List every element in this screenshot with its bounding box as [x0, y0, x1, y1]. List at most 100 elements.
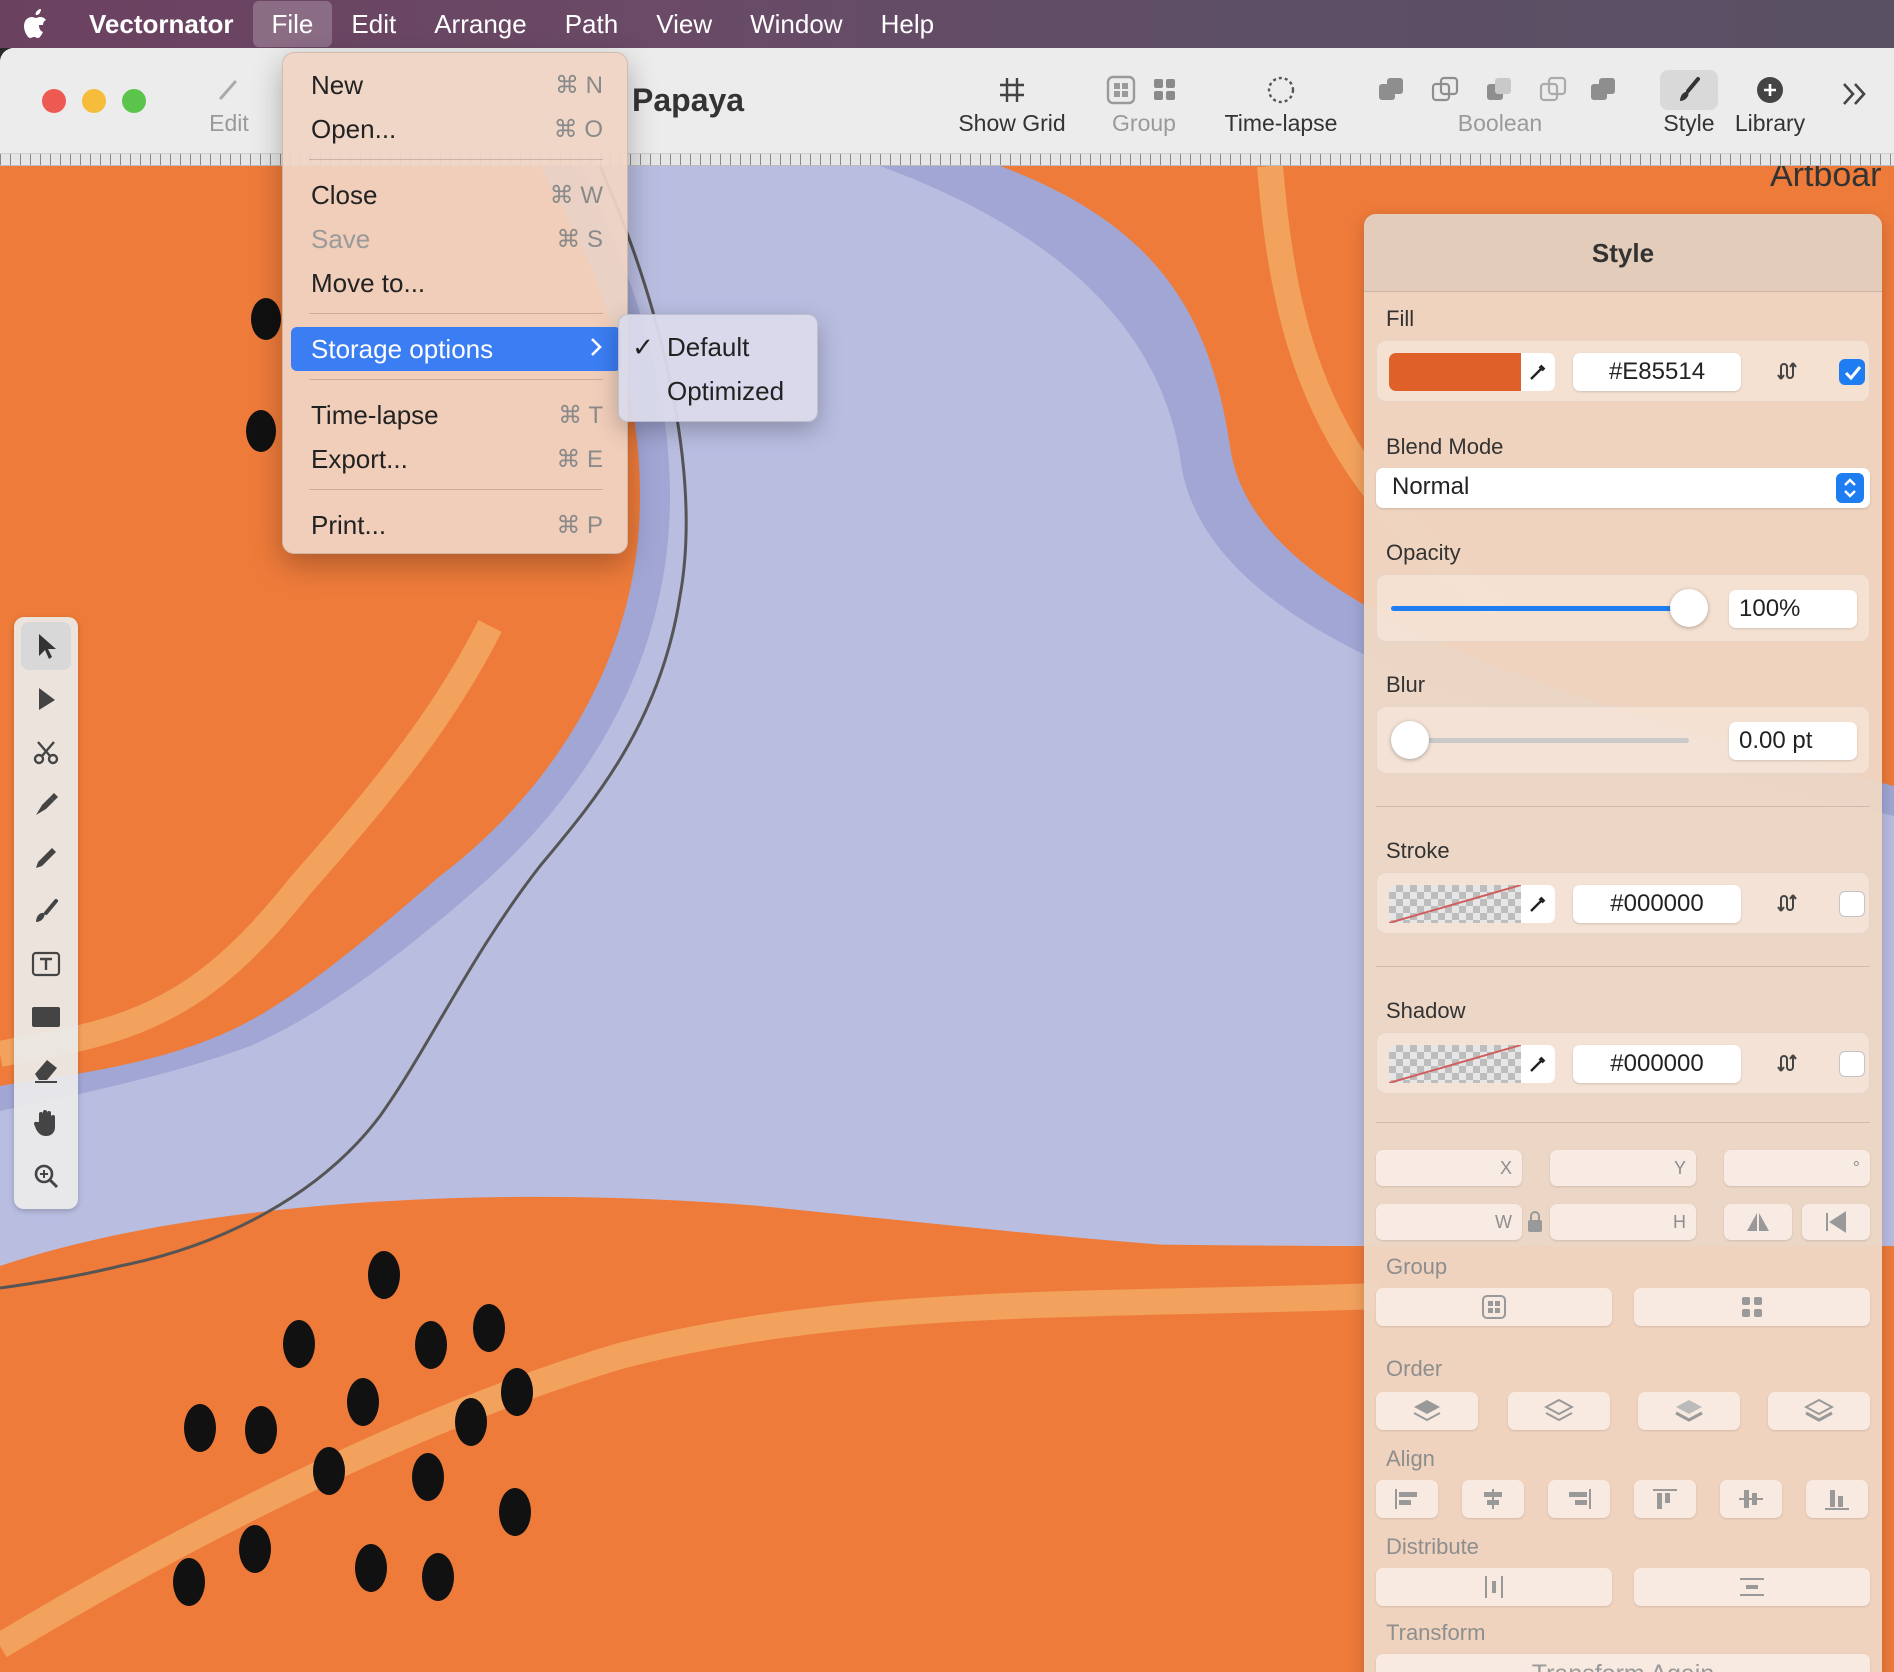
blur-label: Blur [1386, 672, 1426, 697]
edit-toolbar-button[interactable]: Edit [198, 70, 260, 137]
flip-vertical-button[interactable] [1802, 1204, 1870, 1240]
show-grid-button[interactable]: Show Grid [952, 70, 1072, 137]
time-lapse-toolbar-button[interactable]: Time-lapse [1216, 70, 1346, 137]
height-field[interactable]: H [1550, 1204, 1696, 1240]
zoom-tool-icon[interactable] [21, 1152, 71, 1200]
pencil-tool-icon[interactable] [21, 834, 71, 882]
send-backward-button[interactable] [1638, 1392, 1740, 1430]
align-bottom-button[interactable] [1806, 1480, 1868, 1518]
menu-item-shortcut: ⌘ S [556, 225, 603, 253]
lock-icon[interactable] [1526, 1210, 1544, 1239]
menu-item-storage-options[interactable]: Storage options [291, 327, 621, 371]
submenu-item-optimized[interactable]: Optimized [619, 369, 819, 413]
shadow-color-swatch[interactable] [1388, 1044, 1522, 1084]
bring-to-front-button[interactable] [1376, 1392, 1478, 1430]
send-to-back-button[interactable] [1768, 1392, 1870, 1430]
menu-item-save[interactable]: Save ⌘ S [291, 217, 621, 261]
stroke-row: #000000 [1376, 872, 1870, 934]
width-field[interactable]: W [1376, 1204, 1522, 1240]
group-toolbar-button[interactable]: Group [1098, 70, 1190, 137]
eyedropper-icon[interactable] [1521, 1045, 1555, 1083]
more-chevron-icon[interactable] [1838, 78, 1870, 115]
menu-item-print[interactable]: Print... ⌘ P [291, 503, 621, 547]
align-center-h-button[interactable] [1462, 1480, 1524, 1518]
swap-icon[interactable] [1777, 357, 1805, 390]
fill-enabled-checkbox[interactable] [1839, 359, 1865, 385]
stroke-hex-field[interactable]: #000000 [1573, 885, 1741, 923]
distribute-horizontal-button[interactable] [1376, 1568, 1612, 1606]
node-tool-icon[interactable] [21, 675, 71, 723]
menu-arrange[interactable]: Arrange [415, 0, 546, 48]
align-top-icon [1653, 1489, 1677, 1509]
menu-item-open[interactable]: Open... ⌘ O [291, 107, 621, 151]
align-left-button[interactable] [1376, 1480, 1438, 1518]
distribute-vertical-button[interactable] [1634, 1568, 1870, 1606]
fill-hex-field[interactable]: #E85514 [1573, 353, 1741, 391]
opacity-value-field[interactable]: 100% [1729, 590, 1857, 628]
style-toolbar-button[interactable]: Style [1656, 70, 1722, 137]
stroke-enabled-checkbox[interactable] [1839, 891, 1865, 917]
menu-item-move-to[interactable]: Move to... [291, 261, 621, 305]
swap-icon[interactable] [1777, 889, 1805, 922]
hand-tool-icon[interactable] [21, 1099, 71, 1147]
opacity-slider-fill [1391, 606, 1689, 611]
menu-window[interactable]: Window [731, 0, 861, 48]
brush-tool-icon[interactable] [21, 887, 71, 935]
menu-help[interactable]: Help [862, 0, 953, 48]
eraser-tool-icon[interactable] [21, 1046, 71, 1094]
rectangle-tool-icon[interactable] [21, 993, 71, 1041]
swap-icon[interactable] [1777, 1049, 1805, 1082]
submenu-item-default[interactable]: ✓ Default [619, 325, 819, 369]
text-tool-icon[interactable] [21, 940, 71, 988]
transform-again-button[interactable]: Transform Again [1376, 1654, 1870, 1672]
tools-palette [14, 617, 78, 1209]
x-field-label: X [1499, 1157, 1512, 1178]
menu-file[interactable]: File [252, 1, 333, 47]
group-icon [1106, 70, 1182, 110]
scissors-tool-icon[interactable] [21, 728, 71, 776]
app-menu[interactable]: Vectornator [70, 0, 253, 48]
flip-horizontal-button[interactable] [1724, 1204, 1792, 1240]
eyedropper-icon[interactable] [1521, 885, 1555, 923]
shadow-enabled-checkbox[interactable] [1839, 1051, 1865, 1077]
opacity-slider-knob[interactable] [1670, 589, 1708, 627]
eyedropper-icon[interactable] [1521, 353, 1555, 391]
menu-path[interactable]: Path [546, 0, 638, 48]
blend-mode-select[interactable]: Normal [1376, 468, 1870, 508]
menu-edit[interactable]: Edit [332, 0, 415, 48]
menu-item-time-lapse[interactable]: Time-lapse ⌘ T [291, 393, 621, 437]
rotation-field[interactable]: ° [1724, 1150, 1870, 1186]
align-right-button[interactable] [1548, 1480, 1610, 1518]
shadow-row: #000000 [1376, 1032, 1870, 1094]
ungroup-button[interactable] [1634, 1288, 1870, 1326]
align-top-button[interactable] [1634, 1480, 1696, 1518]
align-center-v-button[interactable] [1720, 1480, 1782, 1518]
x-position-field[interactable]: X [1376, 1150, 1522, 1186]
menu-item-new[interactable]: New ⌘ N [291, 63, 621, 107]
blur-value-field[interactable]: 0.00 pt [1729, 722, 1857, 760]
group-button[interactable] [1376, 1288, 1612, 1326]
blur-slider-track[interactable] [1391, 738, 1689, 743]
menu-item-export[interactable]: Export... ⌘ E [291, 437, 621, 481]
library-toolbar-button[interactable]: Library [1730, 70, 1810, 137]
minimize-window-button[interactable] [82, 89, 106, 113]
fill-color-swatch[interactable] [1389, 353, 1521, 391]
y-position-field[interactable]: Y [1550, 1150, 1696, 1186]
align-bottom-icon [1825, 1490, 1849, 1510]
apple-menu-icon[interactable] [0, 9, 70, 39]
transform-label: Transform [1386, 1620, 1486, 1645]
stroke-color-swatch[interactable] [1388, 884, 1522, 924]
zoom-window-button[interactable] [122, 89, 146, 113]
menu-view[interactable]: View [637, 0, 731, 48]
blur-slider-knob[interactable] [1391, 721, 1429, 759]
selection-tool-icon[interactable] [21, 622, 71, 670]
pen-tool-icon[interactable] [21, 781, 71, 829]
shadow-hex-field[interactable]: #000000 [1573, 1045, 1741, 1083]
close-window-button[interactable] [42, 89, 66, 113]
bring-forward-button[interactable] [1508, 1392, 1610, 1430]
menu-item-label: New [311, 69, 364, 100]
menu-item-close[interactable]: Close ⌘ W [291, 173, 621, 217]
blend-mode-label: Blend Mode [1386, 434, 1504, 459]
boolean-ops-icon [1375, 70, 1625, 110]
boolean-toolbar-group[interactable]: Boolean [1370, 70, 1630, 137]
